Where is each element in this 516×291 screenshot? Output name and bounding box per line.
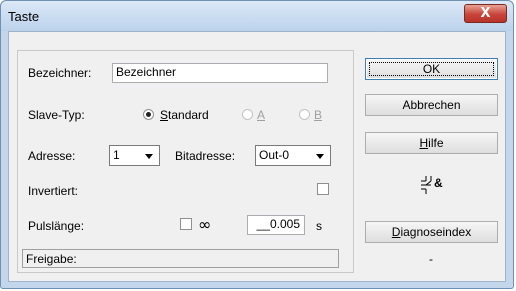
radio-standard-indicator — [143, 109, 154, 120]
cancel-button[interactable]: Abbrechen — [365, 94, 498, 116]
help-button-label: Hilfe — [419, 136, 444, 150]
help-button[interactable]: Hilfe — [365, 132, 498, 154]
pulse-unit-label: s — [316, 219, 322, 233]
and-symbol-label: & — [434, 176, 443, 190]
slave-typ-label: Slave-Typ: — [28, 108, 85, 122]
window-title: Taste — [8, 9, 40, 24]
pulse-length-input[interactable]: __0.005 — [247, 215, 305, 235]
chevron-down-icon[interactable] — [140, 147, 158, 164]
invertiert-label: Invertiert: — [28, 184, 79, 198]
bitadresse-label: Bitadresse: — [175, 149, 236, 163]
infinity-checkbox[interactable] — [180, 218, 192, 230]
infinity-label: ∞ — [198, 215, 212, 234]
bezeichner-label: Bezeichner: — [28, 66, 92, 80]
bitadresse-select-value: Out-0 — [259, 148, 290, 162]
chevron-down-icon[interactable] — [311, 147, 329, 164]
pulslaenge-label: Pulslänge: — [28, 219, 85, 233]
adresse-select[interactable]: 1 — [109, 145, 160, 166]
close-icon: X — [480, 6, 491, 21]
dialog-window: Taste X Bezeichner: Bezeichner Slave-Typ… — [0, 0, 514, 289]
adresse-select-value: 1 — [113, 148, 120, 162]
adresse-label: Adresse: — [28, 149, 76, 163]
status-field: Freigabe: — [22, 249, 339, 268]
dialog-client-area: Bezeichner: Bezeichner Slave-Typ: Standa… — [8, 31, 506, 282]
focus-rectangle — [369, 62, 494, 76]
radio-b-indicator — [299, 109, 310, 120]
diagnoseindex-value: - — [429, 252, 433, 266]
radio-a-label: A — [257, 108, 266, 122]
diagnoseindex-button-label: Diagnoseindex — [391, 225, 472, 239]
bezeichner-input[interactable]: Bezeichner — [112, 63, 328, 83]
close-button[interactable]: X — [464, 4, 507, 23]
radio-standard-label: Standard — [160, 108, 209, 122]
title-bar[interactable]: Taste X — [1, 1, 513, 31]
radio-b-label: B — [314, 108, 323, 122]
invertiert-checkbox[interactable] — [317, 183, 329, 195]
radio-a-indicator — [242, 109, 253, 120]
cancel-button-label: Abbrechen — [402, 98, 461, 112]
ok-button[interactable]: OK — [365, 58, 498, 80]
button-and-symbol-icon: & — [419, 174, 449, 196]
bitadresse-select[interactable]: Out-0 — [255, 145, 331, 166]
diagnoseindex-button[interactable]: Diagnoseindex — [365, 221, 498, 243]
